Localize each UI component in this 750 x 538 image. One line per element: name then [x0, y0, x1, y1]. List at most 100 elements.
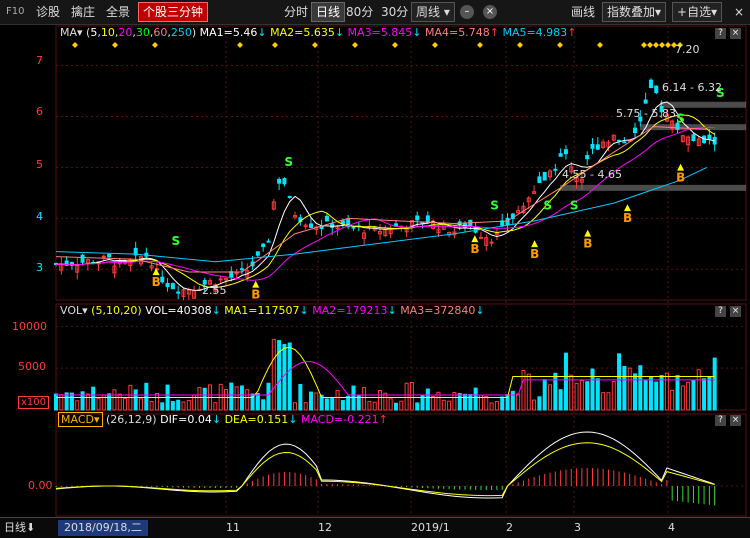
- volume-bar: [271, 338, 276, 411]
- close-panel-icon[interactable]: ×: [730, 415, 741, 426]
- up-arrow-icon: ↑: [567, 26, 577, 39]
- close-panel-icon[interactable]: ×: [730, 306, 741, 317]
- signal-diamond-icon: [392, 42, 398, 48]
- buy-signal: B: [676, 170, 685, 184]
- volume-bar: [213, 402, 218, 411]
- volume-bar: [239, 385, 244, 411]
- vol-params: (5,10,20): [91, 304, 142, 317]
- help-icon[interactable]: ?: [715, 306, 726, 317]
- volume-bar: [340, 400, 345, 411]
- signal-diamond-icon: [647, 42, 653, 48]
- volume-bar: [362, 387, 367, 411]
- signal-diamond-icon: [641, 42, 647, 48]
- candle-body: [287, 195, 292, 198]
- price-tick-4: 4: [36, 210, 43, 223]
- month-label: 2: [506, 521, 513, 534]
- vol-label[interactable]: VOL: [60, 304, 82, 317]
- down-arrow-icon: ↓: [211, 413, 222, 426]
- volume-bar: [324, 398, 329, 411]
- ma-legend: MA▾ (5,10,20,30,60,250) MA1=5.46↓ MA2=5.…: [60, 26, 577, 39]
- candle-body: [643, 99, 648, 104]
- volume-bar: [633, 373, 638, 411]
- sell-signal: S: [490, 198, 499, 212]
- volume-bar: [574, 382, 579, 411]
- bottom-period[interactable]: 日线⬇: [4, 521, 35, 535]
- buy-signal: B: [583, 237, 592, 251]
- range-label-2: 5.75 - 5.83: [616, 107, 676, 120]
- volume-bar: [494, 401, 499, 411]
- volume-bar: [569, 374, 574, 411]
- stock-chart-canvas[interactable]: B▲B▲B▲B▲ B▲B▲B▲SSS S SSS: [0, 0, 750, 537]
- volume-bar: [484, 396, 489, 411]
- candle-body: [80, 254, 85, 263]
- sell-signal: S: [570, 198, 579, 212]
- volume-bar: [489, 402, 494, 411]
- dif-value: DIF=0.04: [160, 413, 212, 426]
- volume-bar: [197, 386, 202, 411]
- volume-bar: [500, 396, 505, 411]
- volume-bar: [691, 379, 696, 411]
- volume-bar: [255, 393, 260, 411]
- buy-arrow-icon: ▲: [252, 280, 259, 290]
- ma5-line: [55, 101, 715, 291]
- volume-bar: [638, 365, 643, 411]
- candle-body: [160, 276, 165, 283]
- volume-bar: [54, 393, 58, 411]
- price-tick-5: 5: [36, 158, 43, 171]
- volume-bar: [287, 342, 292, 411]
- candle-body: [691, 134, 696, 142]
- candle-body: [165, 282, 170, 288]
- signal-diamond-icon: [237, 42, 243, 48]
- down-arrow-icon: ↓: [412, 26, 422, 39]
- volume-bar: [335, 389, 340, 411]
- volume-bar: [473, 387, 478, 411]
- volume-bar: [96, 397, 101, 411]
- volume-bar: [606, 392, 611, 411]
- volume-bar: [532, 399, 537, 411]
- ma-param-60: 60: [153, 26, 168, 39]
- volume-bar: [686, 381, 691, 411]
- ma1-value: MA1=5.46: [199, 26, 258, 39]
- close-panel-icon[interactable]: ×: [730, 28, 741, 39]
- candle-body: [563, 149, 568, 155]
- volume-bar: [346, 395, 351, 411]
- macd-params: (26,12,9): [106, 413, 157, 426]
- candle-body: [707, 134, 712, 140]
- bottom-axis: 日线⬇ 2018/09/18,二 11 12 2019/1 2 3 4: [0, 517, 750, 538]
- candle-body: [229, 271, 234, 279]
- volume-bar: [133, 389, 138, 411]
- macd-label: MACD: [61, 413, 94, 426]
- candle-body: [282, 178, 287, 185]
- candle-body: [218, 278, 223, 281]
- candle-body: [239, 268, 244, 271]
- volume-bar: [393, 402, 398, 411]
- macd-selector[interactable]: MACD▾: [58, 412, 103, 427]
- volume-bar: [654, 381, 659, 411]
- vol-ma2-line: [56, 361, 715, 396]
- candle-body: [654, 85, 659, 94]
- ma-label[interactable]: MA: [60, 26, 77, 39]
- sell-signal: S: [284, 155, 293, 169]
- volume-bar: [303, 402, 308, 411]
- down-arrow-icon: ↓: [211, 304, 221, 317]
- volume-bar: [261, 399, 266, 411]
- volume-bar: [707, 376, 712, 411]
- ma-param-30: 30: [135, 26, 150, 39]
- volume-bar: [64, 392, 69, 411]
- candle-body: [107, 254, 112, 258]
- help-icon[interactable]: ?: [715, 415, 726, 426]
- candle-body: [633, 127, 638, 134]
- help-icon[interactable]: ?: [715, 28, 726, 39]
- signal-diamond-icon: [653, 42, 659, 48]
- price-panel-frame: [55, 25, 747, 301]
- vol-ma1-value: MA1=117507: [224, 304, 300, 317]
- volume-bar: [425, 388, 430, 411]
- volume-bar: [463, 393, 468, 411]
- candle-body: [590, 143, 595, 149]
- candle-body: [585, 155, 590, 160]
- down-arrow-icon: ↓: [475, 304, 485, 317]
- buy-arrow-icon: ▲: [584, 229, 591, 239]
- signal-diamond-icon: [597, 42, 603, 48]
- down-arrow-icon: ↓: [334, 26, 345, 39]
- volume-bar: [664, 372, 669, 411]
